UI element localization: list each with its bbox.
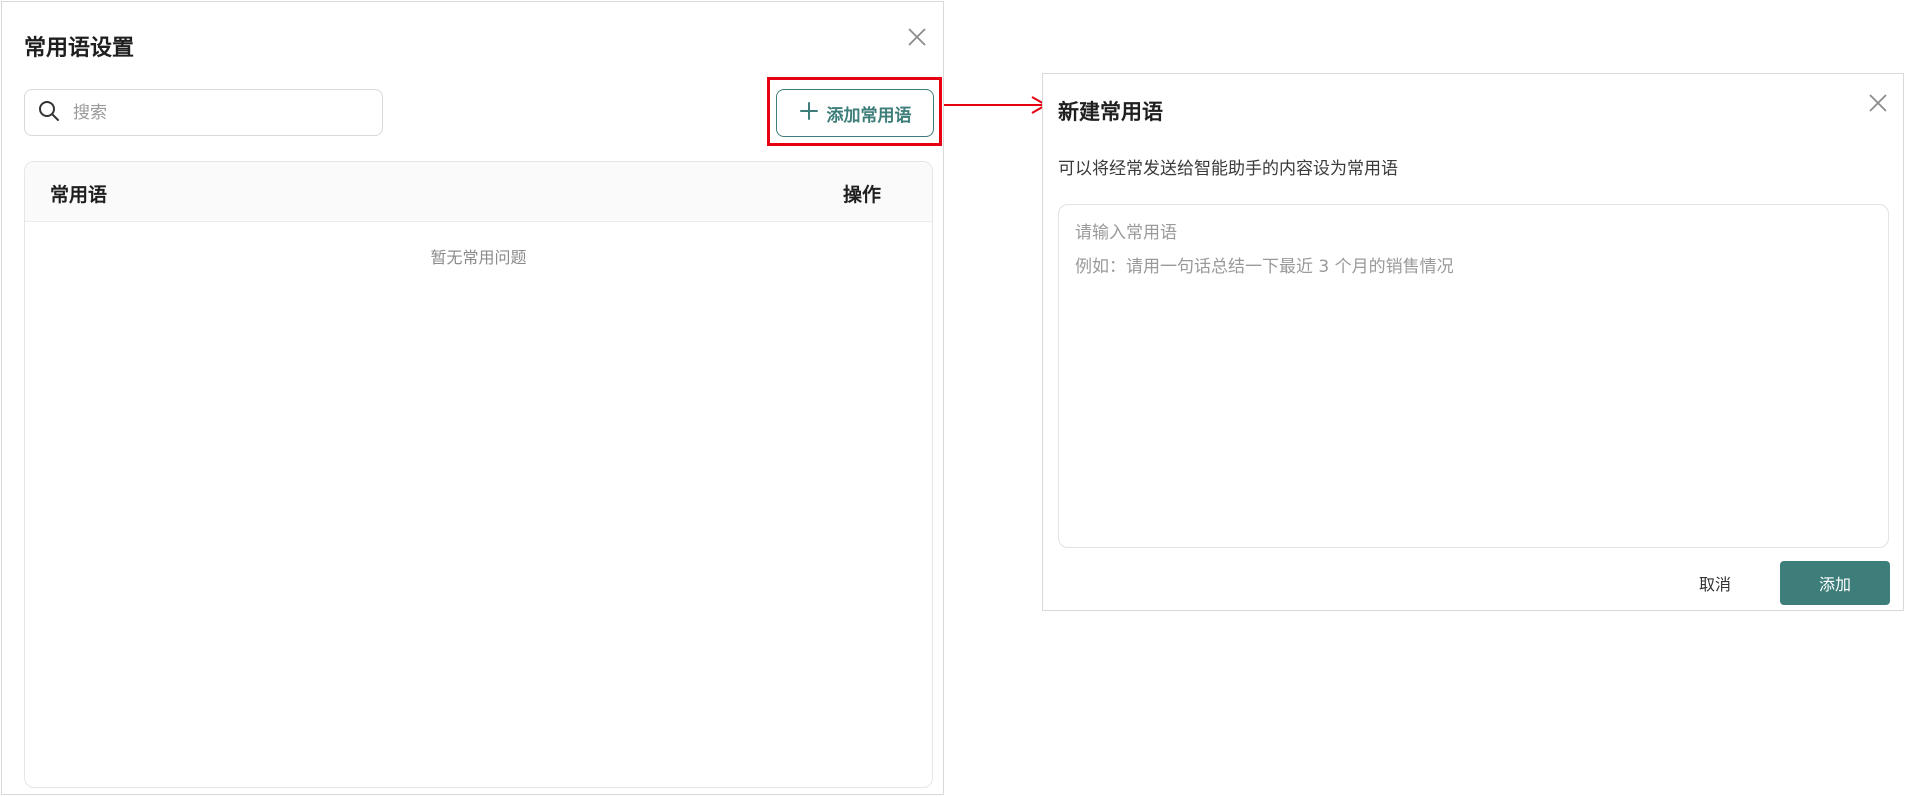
highlight-frame (767, 77, 942, 146)
cancel-button[interactable]: 取消 (1680, 561, 1750, 605)
close-icon[interactable] (1867, 92, 1889, 114)
empty-state-text: 暂无常用问题 (430, 248, 527, 267)
close-icon[interactable] (906, 26, 928, 48)
column-header-action: 操作 (843, 184, 882, 206)
arrow-annotation (944, 94, 1050, 116)
search-input[interactable] (73, 102, 353, 123)
phrases-table: 常用语 操作 暂无常用问题 (24, 161, 933, 788)
phrase-textarea[interactable] (1058, 204, 1889, 548)
column-header-phrase: 常用语 (50, 184, 108, 206)
search-icon (37, 99, 61, 127)
table-header: 常用语 操作 (25, 162, 932, 222)
dialog-description: 可以将经常发送给智能助手的内容设为常用语 (1058, 159, 1398, 179)
dialog-title: 常用语设置 (24, 36, 135, 61)
submit-add-button[interactable]: 添加 (1780, 561, 1890, 605)
new-phrase-dialog: 新建常用语 可以将经常发送给智能助手的内容设为常用语 取消 添加 (1042, 73, 1904, 611)
dialog-title: 新建常用语 (1058, 100, 1163, 124)
search-box[interactable] (24, 89, 383, 136)
